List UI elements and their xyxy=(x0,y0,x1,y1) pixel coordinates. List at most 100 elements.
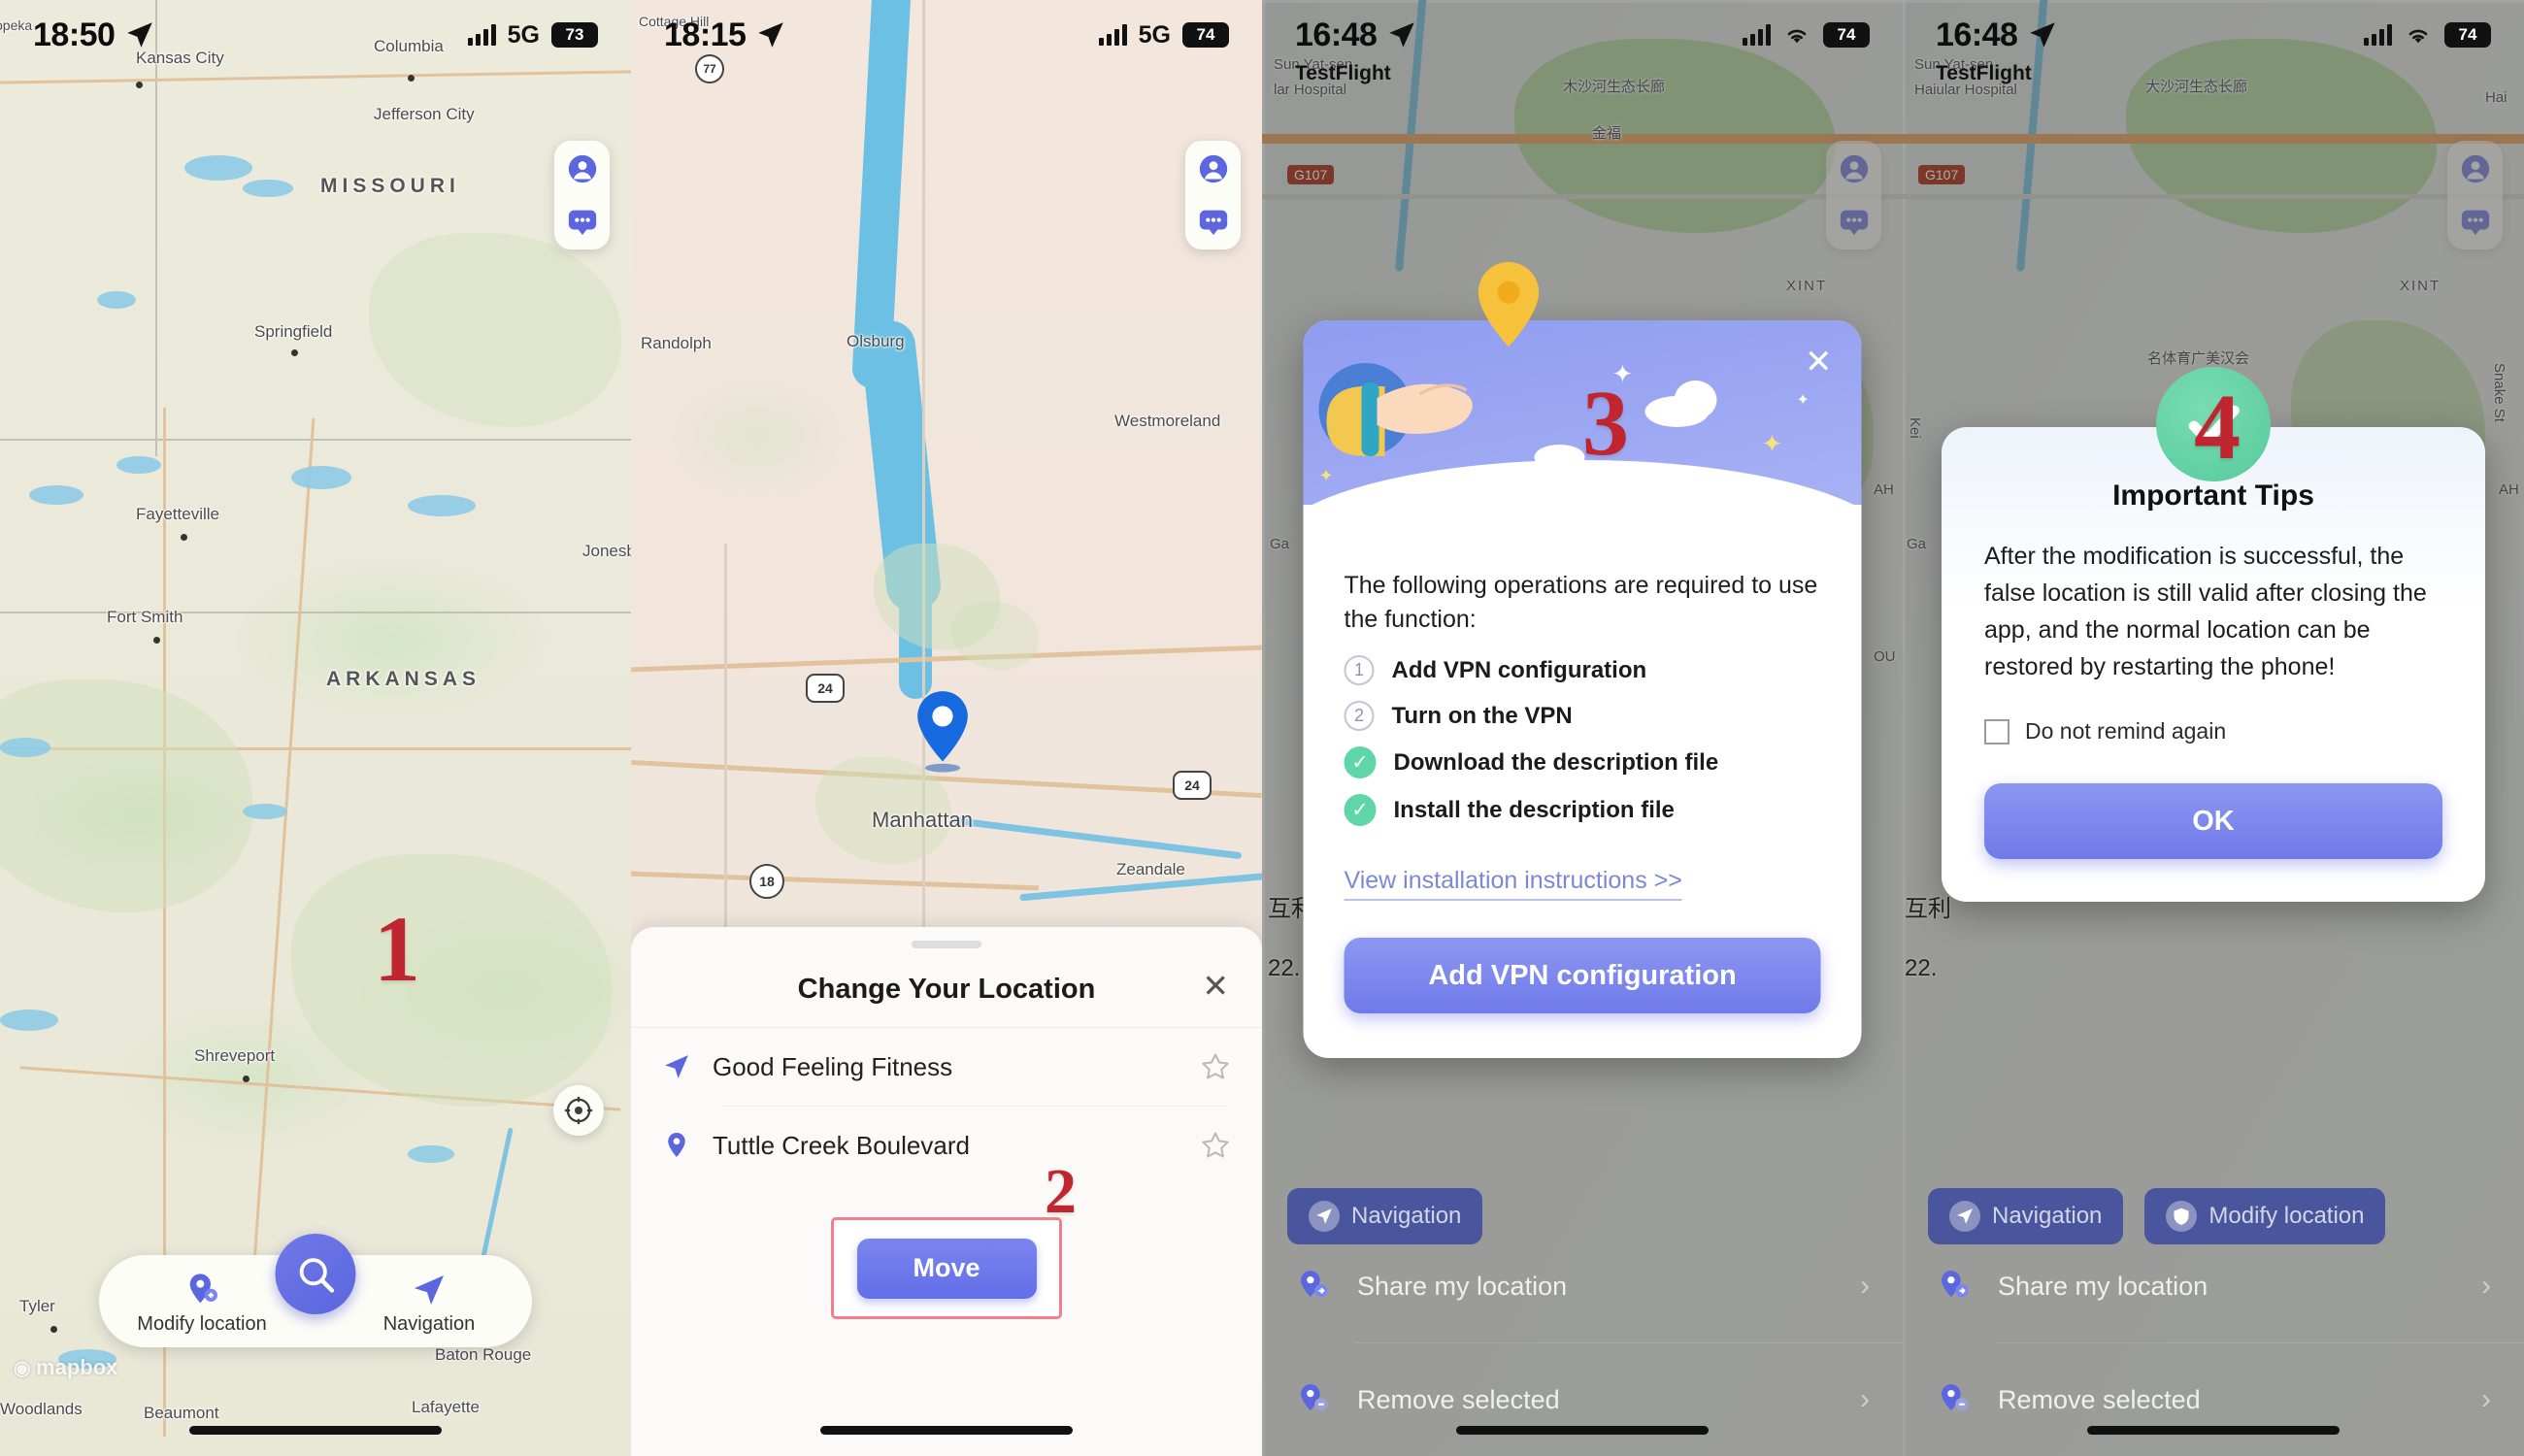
map-label: Woodlands xyxy=(0,1400,83,1418)
app-name-label: TestFlight xyxy=(1295,62,1391,84)
panel-1-map-home: Topeka Kansas City Columbia Jefferson Ci… xyxy=(0,0,631,1456)
navigation-arrow-icon xyxy=(351,1271,507,1309)
home-indicator xyxy=(1456,1426,1709,1435)
map-label: Topeka xyxy=(0,17,33,33)
side-rail xyxy=(1185,141,1241,249)
route-shield: 24 xyxy=(1173,771,1212,800)
menu-item-remove-selected[interactable]: Remove selected › xyxy=(1903,1343,2524,1456)
map-label: Baton Rouge xyxy=(435,1345,532,1364)
map-label: Fort Smith xyxy=(107,608,183,626)
sparkle-icon: ✦ xyxy=(1796,392,1810,409)
search-button[interactable] xyxy=(275,1234,356,1314)
yellow-pin-icon xyxy=(1478,262,1540,347)
bottom-menu: Share my location › Remove selected › xyxy=(1262,1230,1903,1456)
map-label: Olsburg xyxy=(847,332,905,350)
location-pin-edit-icon xyxy=(124,1271,280,1309)
menu-item-label: Remove selected xyxy=(1998,1384,2201,1414)
modify-location-button[interactable]: Modify location xyxy=(124,1271,280,1336)
check-icon: ✓ xyxy=(1344,794,1377,826)
map-label: Kansas City xyxy=(136,49,224,67)
step-label: Add VPN configuration xyxy=(1391,656,1647,683)
modal-body: Important Tips The following operations … xyxy=(1304,505,1862,1058)
menu-item-label: Remove selected xyxy=(1357,1384,1560,1414)
map-label: Beaumont xyxy=(144,1404,219,1422)
message-button[interactable] xyxy=(564,203,601,240)
account-button[interactable] xyxy=(1195,150,1232,187)
locate-me-button[interactable] xyxy=(553,1085,604,1136)
map-label: Westmoreland xyxy=(1114,412,1221,430)
navigation-button[interactable]: Navigation xyxy=(351,1271,507,1336)
move-button-highlight: Move xyxy=(831,1217,1062,1319)
modal-subtitle: The following operations are required to… xyxy=(1344,572,1818,633)
sheet-grabber[interactable] xyxy=(912,941,981,948)
step-item: ✓ Install the description file xyxy=(1344,794,1821,826)
map-label: Randolph xyxy=(641,334,712,352)
checkbox-label: Do not remind again xyxy=(2025,718,2227,744)
ok-button[interactable]: OK xyxy=(1984,783,2442,859)
step-item: 2 Turn on the VPN xyxy=(1344,701,1821,731)
modify-location-label: Modify location xyxy=(2208,1203,2365,1229)
sparkle-icon: ✦ xyxy=(1318,466,1334,485)
star-outline-icon[interactable] xyxy=(1200,1051,1231,1082)
map-label: Jonesboro xyxy=(582,542,631,560)
list-item[interactable]: Tuttle Creek Boulevard xyxy=(631,1107,1262,1184)
share-location-icon xyxy=(1301,1271,1328,1298)
add-vpn-configuration-button[interactable]: Add VPN configuration xyxy=(1344,938,1821,1013)
map-label: Tyler xyxy=(19,1297,55,1315)
list-item[interactable]: Good Feeling Fitness xyxy=(631,1028,1262,1106)
navigation-arrow-icon xyxy=(1949,1201,1980,1232)
view-installation-instructions-link[interactable]: View installation instructions >> xyxy=(1344,867,1682,901)
chevron-right-icon: › xyxy=(2481,1383,2491,1415)
checkbox-icon[interactable] xyxy=(1984,718,2009,745)
app-name-label: TestFlight xyxy=(1936,62,2032,84)
side-rail xyxy=(554,141,610,249)
menu-item-label: Share my location xyxy=(1998,1271,2208,1301)
map-label: Fayetteville xyxy=(136,505,219,523)
map-pin-icon xyxy=(917,691,968,773)
menu-item-share-location[interactable]: Share my location › xyxy=(1262,1230,1903,1342)
list-item-label: Good Feeling Fitness xyxy=(713,1051,953,1081)
sheet-header: Change Your Location ✕ xyxy=(631,948,1262,1027)
message-icon xyxy=(1199,210,1227,236)
message-icon xyxy=(568,210,596,236)
close-icon[interactable]: ✕ xyxy=(1805,346,1833,379)
do-not-remind-checkbox-row[interactable]: Do not remind again xyxy=(1984,718,2442,745)
important-tips-modal: Important Tips After the modification is… xyxy=(1942,367,2485,902)
close-icon[interactable]: ✕ xyxy=(1202,970,1229,1002)
map-label: Shreveport xyxy=(194,1046,276,1065)
step-number: 2 xyxy=(1344,701,1375,731)
sheet-title: Change Your Location xyxy=(797,974,1096,1005)
map-attribution: mapbox xyxy=(14,1355,117,1380)
screenshot-strip: Topeka Kansas City Columbia Jefferson Ci… xyxy=(0,0,2524,1456)
home-indicator xyxy=(820,1426,1073,1435)
map-label: Manhattan xyxy=(872,808,973,832)
message-button[interactable] xyxy=(1195,203,1232,240)
navigation-label: Navigation xyxy=(1992,1203,2103,1229)
remove-location-icon xyxy=(1301,1384,1328,1411)
account-button[interactable] xyxy=(564,150,601,187)
menu-item-share-location[interactable]: Share my location › xyxy=(1903,1230,2524,1342)
star-outline-icon[interactable] xyxy=(1200,1130,1231,1161)
menu-item-remove-selected[interactable]: Remove selected › xyxy=(1262,1343,1903,1456)
map-label-state: ARKANSAS xyxy=(326,668,482,690)
step-label: Install the description file xyxy=(1393,796,1675,823)
remove-location-icon xyxy=(1942,1384,1969,1411)
panel-3-vpn-tips: Sun Yat-sen lar Hospital 木沙河生态长廊 金福 G107… xyxy=(1262,0,1903,1456)
annotation-number: 2 xyxy=(1045,1156,1077,1227)
location-pin-icon xyxy=(668,1133,685,1157)
account-icon xyxy=(568,154,596,183)
account-icon xyxy=(1199,154,1227,183)
route-shield: 18 xyxy=(749,864,784,899)
bottom-menu: Share my location › Remove selected › xyxy=(1903,1230,2524,1456)
chevron-right-icon: › xyxy=(1860,1383,1870,1415)
navigation-label: Navigation xyxy=(382,1313,476,1335)
panel-2-change-location: Cottage Hill Randolph Olsburg Westmorela… xyxy=(631,0,1262,1456)
map-label: Springfield xyxy=(254,322,333,341)
change-location-sheet: Change Your Location ✕ Good Feeling Fitn… xyxy=(631,927,1262,1456)
check-icon: ✓ xyxy=(1344,746,1377,778)
chevron-right-icon: › xyxy=(2481,1270,2491,1302)
annotation-number: 1 xyxy=(374,897,420,1001)
map-label: Lafayette xyxy=(412,1398,480,1416)
search-icon xyxy=(299,1257,334,1293)
move-button[interactable]: Move xyxy=(856,1238,1037,1299)
